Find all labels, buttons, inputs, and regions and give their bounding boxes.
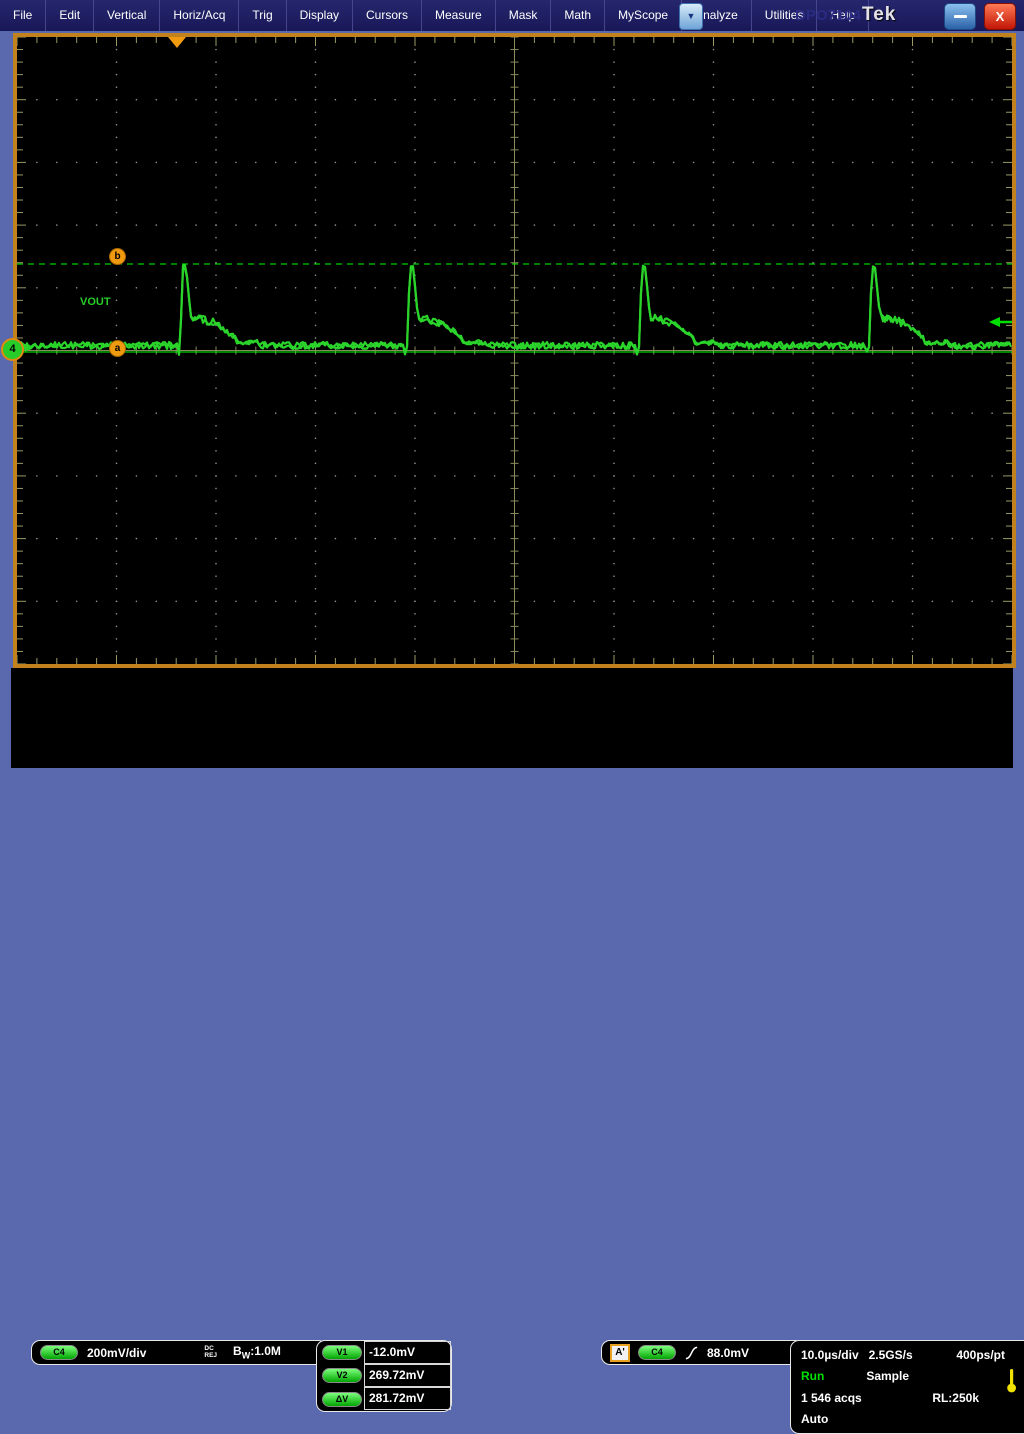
acq-mode: Sample [866,1369,909,1383]
record-length: RL:250k [932,1391,979,1405]
trigger-channel-badge[interactable]: C4 [638,1345,676,1360]
channel-4-marker[interactable]: 4 [1,338,24,361]
cursor-v2-value: 269.72mV [364,1364,451,1387]
waveform-plot [17,37,1012,664]
trigger-source-badge[interactable]: A' [610,1344,630,1362]
minimize-button[interactable] [944,3,976,30]
cursor-v1-badge[interactable]: V1 [322,1345,362,1360]
cursor-v2-badge[interactable]: V2 [322,1368,362,1383]
readout-area: C4 200mV/div DC REJ BW:1.0M V1 -12.0mV V… [11,668,1013,768]
vertical-readout[interactable]: C4 200mV/div DC REJ BW:1.0M [31,1340,327,1365]
trace-label-vout[interactable]: VOUT [80,296,111,308]
run-state: Run [801,1369,824,1383]
bandwidth-label: BW:1.0M [233,1344,281,1360]
trigger-position-marker[interactable] [168,37,186,48]
cursor-dv-badge[interactable]: ΔV [322,1392,362,1407]
model-label: DPO7104 [795,7,861,24]
close-button[interactable]: X [984,3,1016,30]
menu-display[interactable]: Display [287,0,353,31]
graticule [17,37,1012,664]
tek-logo: Tek [862,4,896,26]
menu-vertical[interactable]: Vertical [94,0,160,31]
cursor-a-handle[interactable]: a [109,340,126,357]
timebase: 10.0µs/div [801,1348,859,1362]
menu-edit[interactable]: Edit [46,0,94,31]
graticule-display [13,33,1016,668]
menu-trig[interactable]: Trig [239,0,286,31]
cursor-readout[interactable]: V1 -12.0mV V2 269.72mV ΔV 281.72mV [316,1340,452,1412]
cursor-b-handle[interactable]: b [109,248,126,265]
rising-edge-icon [684,1345,699,1361]
sample-resolution: 400ps/pt [956,1348,1005,1362]
acq-count: 1 546 acqs [801,1391,862,1405]
menu-math[interactable]: Math [551,0,605,31]
menu-horiz-acq[interactable]: Horiz/Acq [160,0,239,31]
menu-file[interactable]: File [0,0,46,31]
thermometer-icon [1006,1368,1017,1394]
acquisition-readout[interactable]: 10.0µs/div 2.5GS/s 400ps/pt Run Sample 1… [790,1340,1024,1434]
close-icon: X [996,9,1005,24]
menu-mask[interactable]: Mask [496,0,552,31]
channel-4-badge[interactable]: C4 [40,1345,78,1360]
coupling-label: DC REJ [204,1346,217,1359]
sample-rate: 2.5GS/s [869,1348,913,1362]
menu-overflow-button[interactable]: ▼ [679,3,703,30]
minimize-icon [954,15,967,18]
menu-cursors[interactable]: Cursors [353,0,422,31]
menu-myscope[interactable]: MyScope [605,0,682,31]
menu-measure[interactable]: Measure [422,0,496,31]
vertical-scale: 200mV/div [87,1346,146,1360]
trigger-mode: Auto [801,1412,828,1426]
cursor-v1-value: -12.0mV [364,1341,451,1364]
cursor-dv-value: 281.72mV [364,1387,451,1410]
trigger-readout[interactable]: A' C4 88.0mV [601,1340,804,1365]
trigger-level: 88.0mV [707,1346,749,1360]
chevron-down-icon: ▼ [687,11,696,21]
